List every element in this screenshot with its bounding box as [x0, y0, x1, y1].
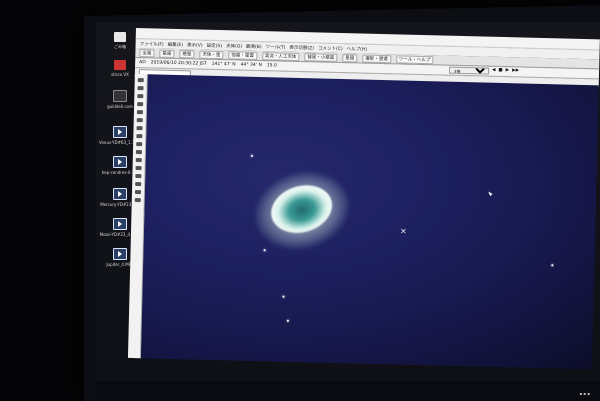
- menu-switch[interactable]: 表示切替(Z): [289, 44, 314, 51]
- tool-icon[interactable]: [137, 94, 144, 99]
- toolbar-button[interactable]: 星図: [342, 53, 358, 62]
- app-icon: [113, 90, 127, 102]
- toolbar-button[interactable]: 彗星・小惑星: [304, 52, 338, 62]
- tool-icon[interactable]: [135, 158, 142, 163]
- tool-icon[interactable]: [136, 110, 143, 115]
- system-tray[interactable]: ▪ ▪ ▪: [579, 391, 590, 396]
- tool-icon[interactable]: [136, 126, 143, 131]
- tool-icon[interactable]: [134, 198, 141, 203]
- toolbar-button[interactable]: 惑星: [179, 49, 195, 58]
- toolbar-button[interactable]: 恒星・星雲: [228, 50, 257, 60]
- tool-icon[interactable]: [137, 78, 144, 83]
- toolbar-button[interactable]: 星座: [159, 49, 175, 58]
- tool-icon[interactable]: [137, 86, 144, 91]
- menu-tools[interactable]: ツール(T): [266, 44, 286, 50]
- play-icon[interactable]: ▶: [506, 68, 510, 75]
- menu-settings[interactable]: 設定(S): [207, 42, 223, 48]
- tool-icon[interactable]: [135, 174, 142, 179]
- datetime-value[interactable]: 2019/06/10 20:30:22 JST: [151, 60, 207, 66]
- menu-comment[interactable]: コメント(C): [318, 45, 343, 52]
- star: [263, 249, 266, 252]
- desktop-icon-label: guiddell.com: [107, 104, 133, 109]
- tool-icon[interactable]: [134, 190, 142, 195]
- mouse-cursor: [488, 190, 493, 197]
- menu-file[interactable]: ファイル(F): [140, 41, 164, 48]
- video-file-icon: [113, 126, 127, 138]
- star: [250, 154, 253, 157]
- tool-icon[interactable]: [135, 150, 143, 155]
- video-file-icon: [113, 218, 127, 230]
- era-label: AD: [139, 60, 146, 66]
- menu-observe[interactable]: 観測(B): [246, 43, 262, 49]
- video-file-icon: [113, 248, 127, 260]
- toolbar-button[interactable]: 実点・人工天体: [261, 51, 300, 61]
- tool-icon[interactable]: [136, 142, 143, 147]
- taskbar: ▪ ▪ ▪: [96, 381, 600, 401]
- forward-icon[interactable]: ▶▶: [512, 68, 519, 75]
- tool-icon[interactable]: [135, 182, 142, 187]
- app-icon: [114, 60, 126, 70]
- toolbar-button[interactable]: 天体・星: [199, 50, 224, 59]
- toolbar-button[interactable]: 撮影・望遠: [362, 54, 391, 63]
- toolbar-button[interactable]: 全画: [139, 48, 155, 57]
- playback-controls: 3倍 ◀ ■ ▶ ▶▶: [448, 66, 519, 76]
- video-file-icon: [113, 156, 127, 168]
- tool-icon[interactable]: [137, 102, 144, 107]
- recycle-bin-icon: [114, 32, 126, 42]
- longitude-value: 141° 47' N: [211, 61, 236, 68]
- tool-icon[interactable]: [136, 118, 143, 123]
- toolbar-button[interactable]: ツール・ヘルプ: [395, 54, 434, 64]
- tool-icon[interactable]: [136, 134, 143, 139]
- latitude-value: 44° 34' N: [240, 62, 262, 69]
- sky-view[interactable]: ×: [140, 74, 599, 370]
- menu-help[interactable]: ヘルプ(H): [347, 46, 368, 52]
- zoom-select[interactable]: 3倍: [448, 66, 490, 75]
- desktop-icon-label: ごみ箱: [114, 44, 126, 49]
- menu-edit[interactable]: 編集(E): [168, 41, 184, 47]
- star: [286, 319, 289, 322]
- stop-icon[interactable]: ■: [498, 68, 502, 75]
- extra-value: 15.0: [266, 63, 277, 69]
- rewind-icon[interactable]: ◀: [492, 68, 496, 75]
- desktop-icon-label: stirco VX: [111, 72, 129, 77]
- star: [551, 264, 554, 267]
- menu-objects[interactable]: 天体(O): [226, 43, 242, 49]
- stellar-app-window: ファイル(F) 編集(E) 表示(V) 設定(S) 天体(O) 観測(B) ツー…: [127, 28, 600, 370]
- star: [282, 295, 285, 298]
- tool-icon[interactable]: [135, 166, 142, 171]
- crosshair-marker: ×: [400, 226, 407, 236]
- video-file-icon: [113, 188, 127, 200]
- menu-view[interactable]: 表示(V): [187, 42, 203, 48]
